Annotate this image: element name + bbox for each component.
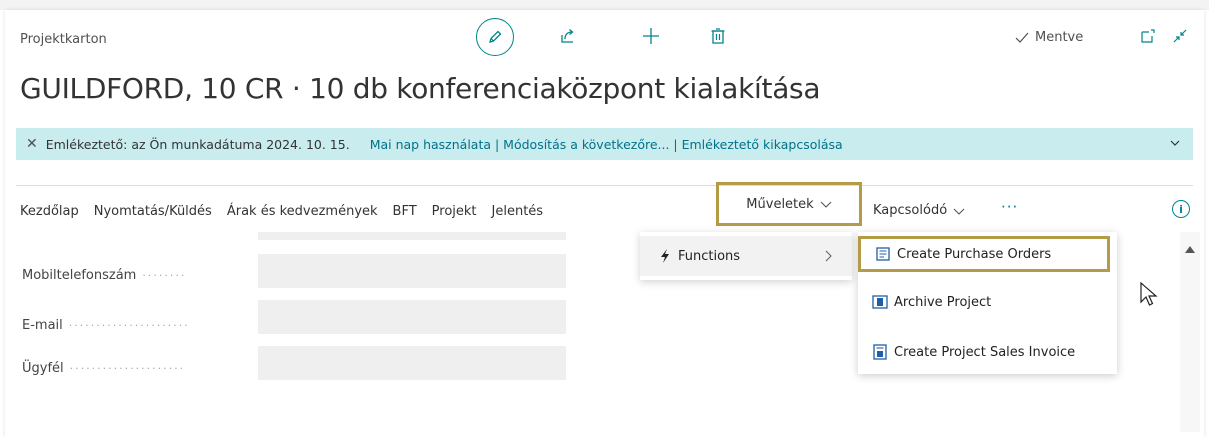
collapse-button[interactable] — [1170, 26, 1190, 46]
leader-dots: ········ — [142, 269, 187, 282]
menu-item-functions[interactable]: Functions — [640, 236, 852, 276]
share-icon — [561, 29, 574, 43]
chevron-right-icon — [825, 250, 832, 262]
edit-button[interactable] — [476, 18, 514, 56]
saved-label: Mentve — [1035, 30, 1084, 45]
archive-icon — [872, 294, 888, 310]
check-icon — [1015, 32, 1029, 43]
field-label-mobile: Mobiltelefonszám ········ — [22, 268, 186, 283]
invoice-icon — [872, 344, 888, 360]
pencil-icon — [489, 30, 502, 43]
new-button[interactable] — [641, 26, 661, 46]
delete-button[interactable] — [708, 26, 728, 46]
lightning-icon — [661, 249, 669, 263]
functions-submenu: Create Purchase Orders Archive Project C… — [858, 232, 1117, 374]
open-new-window-button[interactable] — [1138, 26, 1158, 46]
scrollbar[interactable] — [1180, 232, 1200, 432]
create-purchase-orders-label: Create Purchase Orders — [897, 246, 1052, 262]
chevron-down-icon — [953, 208, 965, 215]
tab-report[interactable]: Jelentés — [492, 204, 544, 219]
notification-text: Emlékeztető: az Ön munkadátuma 2024. 10.… — [45, 136, 350, 152]
menu-item-archive-project[interactable]: Archive Project — [858, 282, 1117, 322]
notification-bar: ✕ Emlékeztető: az Ön munkadátuma 2024. 1… — [16, 128, 1193, 160]
page-title: GUILDFORD, 10 CR · 10 db konferenciaközp… — [20, 72, 821, 105]
customer-field[interactable] — [258, 346, 566, 380]
tab-home[interactable]: Kezdőlap — [20, 204, 79, 219]
share-button[interactable] — [558, 26, 578, 46]
leader-dots: ······················ — [68, 319, 190, 332]
tab-prices-discounts[interactable]: Árak és kedvezmények — [227, 204, 378, 219]
tab-actions[interactable]: Műveletek — [716, 182, 862, 226]
saved-status: Mentve — [1015, 30, 1083, 45]
notification-actions[interactable]: Mai nap használata | Módosítás a követke… — [370, 137, 843, 152]
action-bar: Kezdőlap Nyomtatás/Küldés Árak és kedvez… — [20, 198, 543, 224]
document-icon — [875, 246, 891, 262]
actions-menu: Functions — [640, 232, 852, 280]
close-icon[interactable]: ✕ — [26, 136, 38, 152]
more-button[interactable]: ··· — [1001, 198, 1018, 216]
mobile-field[interactable] — [258, 254, 566, 288]
info-icon[interactable]: i — [1172, 200, 1190, 218]
tab-actions-label: Műveletek — [746, 196, 814, 212]
field-box-partial — [258, 232, 566, 240]
tab-project[interactable]: Projekt — [432, 204, 477, 219]
menu-item-create-project-sales-invoice[interactable]: Create Project Sales Invoice — [858, 332, 1117, 372]
tab-related[interactable]: Kapcsolódó — [873, 203, 965, 218]
trash-icon — [711, 28, 725, 44]
leader-dots: ····················· — [69, 362, 186, 375]
field-label-customer: Ügyfél ····················· — [22, 361, 185, 376]
create-project-sales-invoice-label: Create Project Sales Invoice — [894, 344, 1076, 360]
scroll-up-icon[interactable] — [1185, 246, 1195, 253]
open-in-new-icon — [1141, 29, 1155, 43]
divider — [16, 185, 1193, 186]
mouse-cursor-icon — [1140, 282, 1158, 306]
archive-project-label: Archive Project — [894, 294, 992, 310]
chevron-down-icon[interactable] — [1169, 137, 1181, 149]
collapse-icon — [1173, 29, 1187, 43]
tab-print-send[interactable]: Nyomtatás/Küldés — [94, 204, 212, 219]
tab-related-label: Kapcsolódó — [873, 203, 948, 218]
email-label-text: E-mail — [22, 318, 63, 333]
tab-bft[interactable]: BFT — [393, 204, 417, 219]
email-field[interactable] — [258, 300, 566, 334]
top-strip — [0, 0, 1209, 10]
chevron-down-icon — [820, 201, 832, 208]
plus-icon — [643, 28, 659, 44]
menu-item-create-purchase-orders[interactable]: Create Purchase Orders — [858, 236, 1110, 272]
field-label-email: E-mail ······················ — [22, 318, 190, 333]
page-type-label: Projektkarton — [20, 32, 107, 47]
functions-label: Functions — [678, 248, 741, 264]
mobile-label-text: Mobiltelefonszám — [22, 268, 137, 283]
customer-label-text: Ügyfél — [22, 361, 64, 376]
